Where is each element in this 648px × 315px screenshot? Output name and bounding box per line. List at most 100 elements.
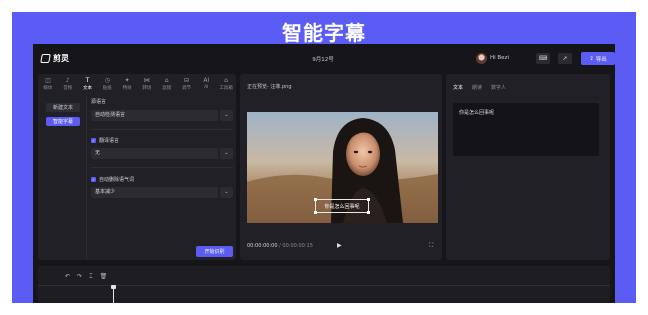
- shortcut-button[interactable]: ⌨: [536, 53, 550, 64]
- user-name: Hi Bezi: [490, 55, 509, 61]
- tab-ai[interactable]: AI AI: [196, 77, 216, 94]
- text-editor[interactable]: 你是怎么回事呢: [453, 103, 599, 156]
- right-panel: 文本 朗读 数字人 你是怎么回事呢: [446, 74, 610, 260]
- translate-option[interactable]: ✓ 翻译语言: [91, 137, 119, 144]
- tab-text[interactable]: 文本: [453, 84, 463, 91]
- redo-icon[interactable]: ↷: [77, 273, 82, 281]
- new-text-button[interactable]: 新建文本: [46, 103, 80, 112]
- adjust-icon: ⊟: [183, 77, 189, 84]
- tab-transition[interactable]: ⋈ 转场: [137, 77, 157, 94]
- auto-clean-value: 基本减少: [91, 187, 218, 198]
- smart-subtitle-button[interactable]: 智能字幕: [46, 117, 80, 126]
- project-date: 9月12号: [312, 57, 334, 63]
- tab-label: 转场: [142, 86, 152, 91]
- divider: [91, 167, 233, 168]
- left-panel: ◫ 媒体 ♪ 音频 T 文本 ◷ 贴纸 ✦ 特效 ⋈ 转场 ⌂ 滤镜 ⊟ 调节 AI AI ⌂ 工具…: [38, 74, 236, 260]
- time-separator: /: [279, 243, 281, 249]
- tab-digital-human[interactable]: 数字人: [491, 84, 506, 91]
- video-player[interactable]: 你是怎么回事呢: [247, 112, 438, 223]
- resize-handle[interactable]: [367, 211, 370, 214]
- effects-icon: ✦: [124, 77, 130, 84]
- start-recognition-button[interactable]: 开始识别: [196, 246, 233, 257]
- share-button[interactable]: ➚: [558, 53, 572, 64]
- total-time: 00:00:00:15: [282, 243, 313, 249]
- undo-icon[interactable]: ↶: [65, 273, 70, 281]
- auto-clean-label: 自动删除语气词: [99, 177, 135, 183]
- banner-title: 智能字幕: [282, 21, 366, 45]
- avatar[interactable]: [476, 53, 487, 64]
- toolbox-icon: ⌂: [224, 77, 228, 84]
- play-icon[interactable]: ▶: [337, 242, 342, 249]
- tab-label: 音频: [63, 86, 73, 91]
- tab-audio[interactable]: ♪ 音频: [58, 77, 78, 94]
- source-language-label: 源语言: [91, 99, 107, 105]
- ai-icon: AI: [203, 77, 210, 84]
- source-language-select[interactable]: 自动检测语言 ⌄: [91, 110, 233, 121]
- timeline: ↶ ↷ ⌶ 🗑: [38, 266, 610, 303]
- fullscreen-icon[interactable]: ⛶: [429, 242, 433, 250]
- logo-icon: [40, 54, 51, 63]
- tab-read-aloud[interactable]: 朗读: [472, 84, 482, 91]
- subtitle-settings: 源语言 自动检测语言 ⌄ ✓ 翻译语言 无 ⌄ ✓ 自动删除语气词 基本减少 ⌄…: [91, 96, 233, 260]
- chevron-down-icon: ⌄: [220, 187, 233, 198]
- subtitle-text: 你是怎么回事呢: [324, 203, 360, 210]
- chevron-down-icon: ⌄: [220, 148, 233, 159]
- translate-language-select[interactable]: 无 ⌄: [91, 148, 233, 159]
- tab-effects[interactable]: ✦ 特效: [117, 77, 137, 94]
- text-content: 你是怎么回事呢: [459, 110, 495, 116]
- tab-label: 媒体: [43, 86, 53, 91]
- app-logo[interactable]: 剪灵: [40, 53, 69, 64]
- checkbox-checked-icon[interactable]: ✓: [91, 138, 96, 143]
- tab-label: 工具箱: [219, 86, 233, 91]
- tab-text[interactable]: T 文本: [78, 77, 98, 94]
- split-icon[interactable]: ⌶: [89, 273, 93, 281]
- tab-label: 滤镜: [162, 86, 172, 91]
- resize-handle[interactable]: [367, 198, 370, 201]
- playback-time: 00:00:00:00 / 00:00:00:15: [247, 243, 313, 249]
- tab-sticker[interactable]: ◷ 贴纸: [97, 77, 117, 94]
- filter-icon: ⌂: [164, 77, 169, 84]
- transition-icon: ⋈: [143, 77, 150, 84]
- resize-handle[interactable]: [314, 198, 317, 201]
- export-button[interactable]: ⇪ 导出: [581, 52, 615, 65]
- media-icon: ◫: [45, 77, 51, 84]
- tab-media[interactable]: ◫ 媒体: [38, 77, 58, 94]
- tab-label: 贴纸: [102, 86, 112, 91]
- timeline-tools: ↶ ↷ ⌶ 🗑: [65, 273, 107, 281]
- subtitle-overlay[interactable]: 你是怎么回事呢: [314, 198, 370, 214]
- tab-label: AI: [204, 85, 209, 90]
- tab-toolbox[interactable]: ⌂ 工具箱: [216, 77, 236, 94]
- logo-text: 剪灵: [53, 54, 69, 63]
- preview-title: 正在预览- 汪菲.png: [247, 84, 292, 90]
- delete-icon[interactable]: 🗑: [100, 273, 108, 281]
- audio-icon: ♪: [65, 77, 70, 84]
- tab-label: 文本: [82, 86, 92, 91]
- timeline-ruler: [38, 285, 610, 286]
- text-icon: T: [85, 77, 90, 84]
- sticker-icon: ◷: [104, 77, 110, 84]
- export-label: 导出: [595, 56, 607, 63]
- tab-label: 特效: [122, 86, 132, 91]
- top-bar: 剪灵 9月12号 Hi Bezi ⌨ ➚ ⇪ 导出: [33, 44, 615, 72]
- banner-frame: 智能字幕 剪灵 9月12号 Hi Bezi ⌨ ➚ ⇪ 导出 ◫ 媒体 ♪ 音频…: [12, 12, 636, 303]
- preview-panel: 正在预览- 汪菲.png 你是怎么回事呢 00:00:00:00 / 00:00…: [240, 74, 442, 260]
- share-icon: ➚: [562, 55, 568, 62]
- current-time: 00:00:00:00: [247, 243, 278, 249]
- editor-window: 剪灵 9月12号 Hi Bezi ⌨ ➚ ⇪ 导出 ◫ 媒体 ♪ 音频 T 文本 ◷ 贴…: [33, 44, 615, 303]
- tab-adjust[interactable]: ⊟ 调节: [177, 77, 197, 94]
- text-sub-nav: 新建文本 智能字幕: [38, 96, 87, 260]
- chevron-down-icon: ⌄: [220, 110, 233, 121]
- checkbox-checked-icon[interactable]: ✓: [91, 177, 96, 182]
- divider: [91, 129, 233, 130]
- translate-language-value: 无: [91, 148, 218, 159]
- tab-label: 调节: [181, 86, 191, 91]
- playhead[interactable]: [113, 286, 114, 303]
- source-language-value: 自动检测语言: [91, 110, 218, 121]
- auto-clean-select[interactable]: 基本减少 ⌄: [91, 187, 233, 198]
- upload-icon: ⇪: [589, 55, 594, 62]
- resize-handle[interactable]: [314, 211, 317, 214]
- tab-filter[interactable]: ⌂ 滤镜: [157, 77, 177, 94]
- right-tabs: 文本 朗读 数字人: [453, 84, 506, 91]
- auto-clean-option[interactable]: ✓ 自动删除语气词: [91, 176, 134, 183]
- translate-label: 翻译语言: [99, 138, 120, 144]
